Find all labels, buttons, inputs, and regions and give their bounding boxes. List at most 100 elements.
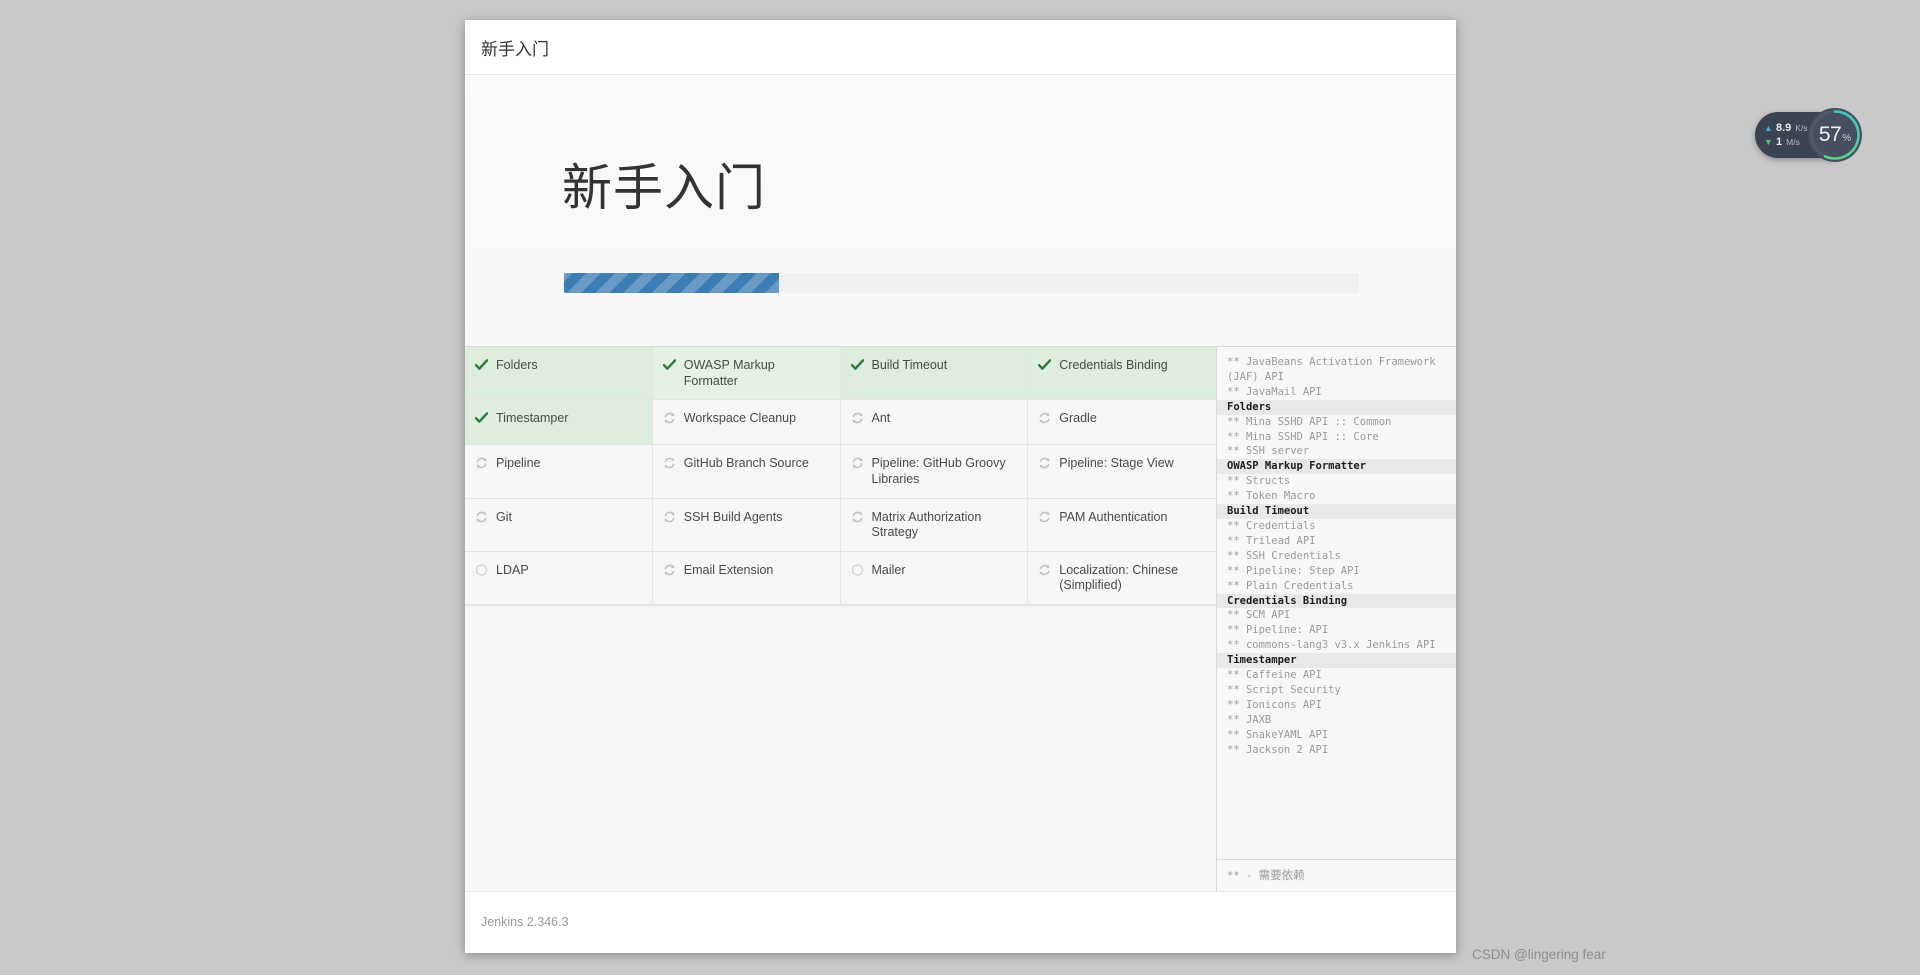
plugin-name: Timestamper — [496, 411, 569, 426]
log-dependency-line: ** Pipeline: API — [1227, 624, 1329, 637]
log-dependency-line: ** Credentials — [1227, 519, 1316, 532]
refresh-spinner-icon — [851, 411, 864, 425]
refresh-spinner-icon — [475, 510, 488, 524]
log-dependency-line: ** Plain Credentials — [1227, 579, 1354, 592]
system-monitor-widget[interactable]: ▲ 8.9 K/s ▼ 1 M/s 57 % — [1755, 108, 1862, 162]
log-dependency-line: ** Script Security — [1227, 683, 1341, 696]
cpu-gauge[interactable]: 57 % — [1808, 108, 1862, 162]
breadcrumb-item-getting-started[interactable]: 新手入门 — [481, 35, 549, 60]
legend-marker: ** — [1227, 870, 1240, 882]
log-dependency-line: ** Ionicons API — [1227, 698, 1322, 711]
plugin-cell: SSH Build Agents — [652, 498, 841, 552]
log-dependency-line: ** Structs — [1227, 475, 1291, 488]
legend-dash: - — [1245, 870, 1253, 882]
install-log-list[interactable]: ** JavaBeans Activation Framework (JAF) … — [1217, 347, 1456, 859]
plugin-cell: Email Extension — [652, 551, 841, 605]
plugin-cell: Credentials Binding — [1028, 347, 1216, 401]
breadcrumb: 新手入门 — [465, 20, 1456, 75]
cpu-unit: % — [1842, 133, 1852, 144]
jenkins-version-label: Jenkins 2.346.3 — [481, 915, 569, 929]
log-plugin-line: OWASP Markup Formatter — [1217, 459, 1456, 475]
plugin-cell: Pipeline — [465, 445, 653, 499]
plugin-cell: Mailer — [840, 551, 1029, 605]
install-progress-fill — [564, 273, 779, 293]
plugin-grid-container: Folders OWASP Markup Formatter Build Timeo… — [465, 347, 1217, 891]
plugin-cell: Localization: Chinese (Simplified) — [1028, 551, 1216, 605]
log-dependency-line: ** JavaBeans Activation Framework (JAF) … — [1227, 356, 1436, 383]
network-stats: ▲ 8.9 K/s ▼ 1 M/s — [1764, 122, 1808, 148]
plugin-name: Localization: Chinese (Simplified) — [1059, 562, 1179, 593]
watermark: CSDN @lingering fear — [1472, 947, 1606, 962]
plugin-name: Credentials Binding — [1059, 358, 1168, 372]
legend-text: 需要依赖 — [1258, 868, 1305, 882]
refresh-spinner-icon — [1038, 563, 1051, 577]
log-dependency-line: ** Pipeline: Step API — [1227, 564, 1360, 577]
plugin-cell: Pipeline: GitHub Groovy Libraries — [840, 445, 1029, 499]
download-unit: M/s — [1786, 137, 1800, 147]
refresh-spinner-icon — [663, 563, 676, 577]
jenkins-setup-window: 新手入门 新手入门 Folders OWASP Markup Formatter B… — [465, 20, 1456, 953]
refresh-spinner-icon — [1038, 456, 1051, 470]
plugin-name: Pipeline: Stage View — [1059, 456, 1174, 471]
arrow-down-icon: ▼ — [1764, 137, 1773, 147]
plugin-name: Ant — [871, 411, 891, 426]
refresh-spinner-icon — [663, 411, 676, 425]
plugin-name: Folders — [496, 358, 538, 372]
plugin-cell: Pipeline: Stage View — [1028, 445, 1216, 499]
footer: Jenkins 2.346.3 — [465, 891, 1456, 952]
log-plugin-line: Folders — [1217, 399, 1456, 415]
refresh-spinner-icon — [851, 456, 864, 470]
plugin-name: GitHub Branch Source — [683, 456, 809, 471]
plugin-name: Git — [496, 509, 512, 524]
log-dependency-line: ** SCM API — [1227, 609, 1291, 622]
plugin-name: Email Extension — [683, 562, 774, 577]
refresh-spinner-icon — [663, 510, 676, 524]
plugin-name: Pipeline — [496, 456, 541, 471]
plugin-cell: Workspace Cleanup — [652, 400, 841, 446]
plugin-name: LDAP — [496, 562, 529, 577]
log-dependency-line: ** Trilead API — [1227, 534, 1316, 547]
plugin-cell: GitHub Branch Source — [652, 445, 841, 499]
install-progress-bar — [564, 273, 1359, 293]
check-icon — [662, 358, 676, 372]
upload-value: 8.9 — [1776, 122, 1792, 134]
log-plugin-line: Timestamper — [1217, 653, 1456, 669]
plugin-cell: Timestamper — [465, 400, 653, 446]
log-legend: ** - 需要依赖 — [1217, 859, 1456, 891]
plugin-cell: PAM Authentication — [1028, 498, 1216, 552]
plugin-name: Matrix Authorization Strategy — [871, 509, 982, 540]
plugin-cell: Gradle — [1028, 400, 1216, 446]
log-dependency-line: ** commons-lang3 v3.x Jenkins API — [1227, 639, 1436, 652]
refresh-spinner-icon — [1038, 411, 1051, 425]
arrow-up-icon: ▲ — [1764, 123, 1773, 133]
plugin-cell: Matrix Authorization Strategy — [840, 498, 1029, 552]
plugin-cell: Git — [465, 498, 653, 552]
plugin-cell: Build Timeout — [840, 347, 1029, 401]
log-plugin-line: Build Timeout — [1217, 504, 1456, 519]
log-dependency-line: ** SSH server — [1227, 445, 1310, 458]
plugin-cell: Ant — [840, 400, 1029, 446]
log-dependency-line: ** Caffeine API — [1227, 669, 1322, 682]
upload-stat: ▲ 8.9 K/s — [1764, 122, 1808, 134]
plugin-name: Pipeline: GitHub Groovy Libraries — [871, 456, 1006, 486]
refresh-spinner-icon — [475, 456, 488, 470]
plugin-name: Gradle — [1059, 411, 1097, 426]
log-dependency-line: ** JavaMail API — [1227, 385, 1322, 398]
plugin-cell: LDAP — [465, 551, 653, 605]
refresh-spinner-icon — [1038, 510, 1051, 524]
setup-hero-section: 新手入门 — [465, 75, 1456, 346]
plugin-name: Workspace Cleanup — [683, 411, 797, 426]
log-dependency-line: ** SnakeYAML API — [1227, 728, 1329, 741]
pending-circle-icon — [851, 563, 864, 577]
log-dependency-line: ** SSH Credentials — [1227, 549, 1341, 562]
cpu-readout: 57 % — [1819, 123, 1851, 147]
plugin-name: Build Timeout — [871, 358, 948, 372]
refresh-spinner-icon — [851, 510, 864, 524]
check-icon — [1038, 358, 1052, 372]
page-title: 新手入门 — [562, 159, 766, 217]
log-dependency-line: ** Mina SSHD API :: Core — [1227, 430, 1379, 443]
pending-circle-icon — [475, 563, 488, 577]
log-plugin-line: Credentials Binding — [1217, 593, 1456, 609]
upload-unit: K/s — [1795, 123, 1808, 133]
installation-body: Folders OWASP Markup Formatter Build Timeo… — [465, 346, 1456, 891]
